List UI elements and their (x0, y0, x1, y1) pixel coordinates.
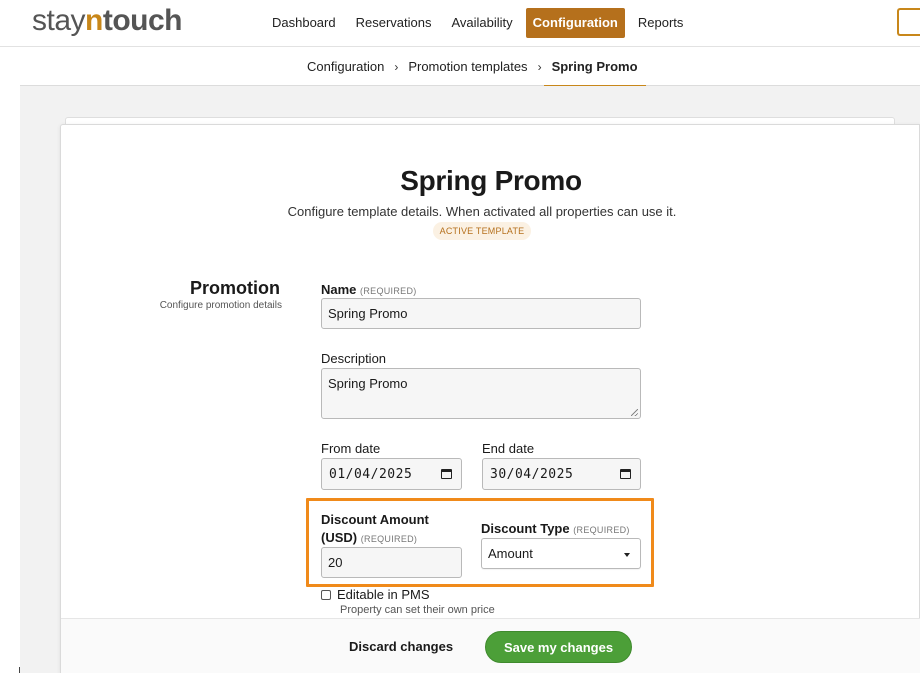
main-nav: Dashboard Reservations Availability Conf… (265, 8, 690, 38)
editable-label[interactable]: Editable in PMS (337, 587, 430, 602)
breadcrumb-separator: › (394, 59, 399, 74)
breadcrumb-configuration[interactable]: Configuration (307, 59, 384, 74)
end-date-value: 30/04/2025 (490, 466, 574, 482)
resize-handle-icon[interactable] (631, 409, 638, 416)
save-changes-button[interactable]: Save my changes (485, 631, 632, 663)
section-description: Configure promotion details (159, 300, 282, 311)
discount-amount-input[interactable]: 20 (321, 547, 462, 578)
calendar-icon[interactable] (620, 469, 631, 479)
discount-type-value: Amount (488, 546, 533, 561)
page-title: Spring Promo (400, 165, 582, 196)
name-input[interactable]: Spring Promo (321, 298, 641, 329)
discount-type-label-text: Discount Type (481, 521, 570, 536)
discount-type-label: Discount Type (REQUIRED) (481, 521, 630, 536)
breadcrumb-separator: › (537, 59, 542, 74)
discount-amount-value: 20 (328, 555, 343, 570)
description-value: Spring Promo (328, 376, 408, 391)
name-label-text: Name (321, 282, 357, 297)
calendar-icon[interactable] (441, 469, 452, 479)
breadcrumb-promotion-templates[interactable]: Promotion templates (408, 59, 527, 74)
user-menu-button[interactable] (897, 8, 920, 36)
discount-amount-label-unit: (USD) (REQUIRED) (321, 530, 417, 545)
description-textarea[interactable]: Spring Promo (321, 368, 641, 419)
breadcrumb-bar: Configuration › Promotion templates › Sp… (20, 47, 920, 87)
editable-help-text: Property can set their own price (340, 604, 495, 616)
form-footer: Discard changes Save my changes (61, 618, 920, 673)
template-card: Spring Promo Configure template details.… (60, 124, 920, 673)
nav-dashboard[interactable]: Dashboard (265, 8, 343, 38)
name-input-value: Spring Promo (328, 306, 408, 321)
end-date-input[interactable]: 30/04/2025 (482, 458, 641, 490)
status-badge: ACTIVE TEMPLATE (433, 222, 531, 240)
discount-amount-unit: (USD) (321, 530, 358, 545)
breadcrumb-current: Spring Promo (543, 47, 646, 87)
section-title: Promotion (190, 278, 280, 298)
discount-amount-label: Discount Amount (321, 512, 429, 527)
from-date-input[interactable]: 01/04/2025 (321, 458, 462, 490)
nav-reservations[interactable]: Reservations (349, 8, 439, 38)
description-label: Description (321, 351, 387, 366)
stayntouch-logo[interactable]: stayntouch (32, 4, 183, 38)
required-tag: (REQUIRED) (360, 286, 417, 296)
breadcrumb: Configuration › Promotion templates › Sp… (307, 47, 646, 87)
end-date-label: End date (482, 441, 535, 456)
required-tag: (REQUIRED) (573, 525, 630, 535)
nav-reports[interactable]: Reports (631, 8, 691, 38)
nav-configuration[interactable]: Configuration (525, 8, 625, 38)
page-subtitle: Configure template details. When activat… (287, 204, 677, 219)
logo-stay: stay (32, 4, 86, 37)
discount-type-select[interactable]: Amount (481, 538, 641, 569)
from-date-value: 01/04/2025 (329, 466, 413, 482)
top-bar: stayntouch Dashboard Reservations Availa… (0, 0, 920, 47)
chevron-down-icon (624, 553, 630, 557)
edge-marker (19, 667, 20, 673)
logo-n: n (85, 4, 103, 37)
from-date-label: From date (321, 441, 381, 456)
name-label: Name (REQUIRED) (321, 282, 417, 297)
discard-changes-button[interactable]: Discard changes (349, 639, 453, 654)
editable-checkbox[interactable] (321, 590, 331, 600)
required-tag: (REQUIRED) (360, 534, 418, 544)
logo-touch: touch (102, 4, 183, 37)
nav-availability[interactable]: Availability (444, 8, 519, 38)
